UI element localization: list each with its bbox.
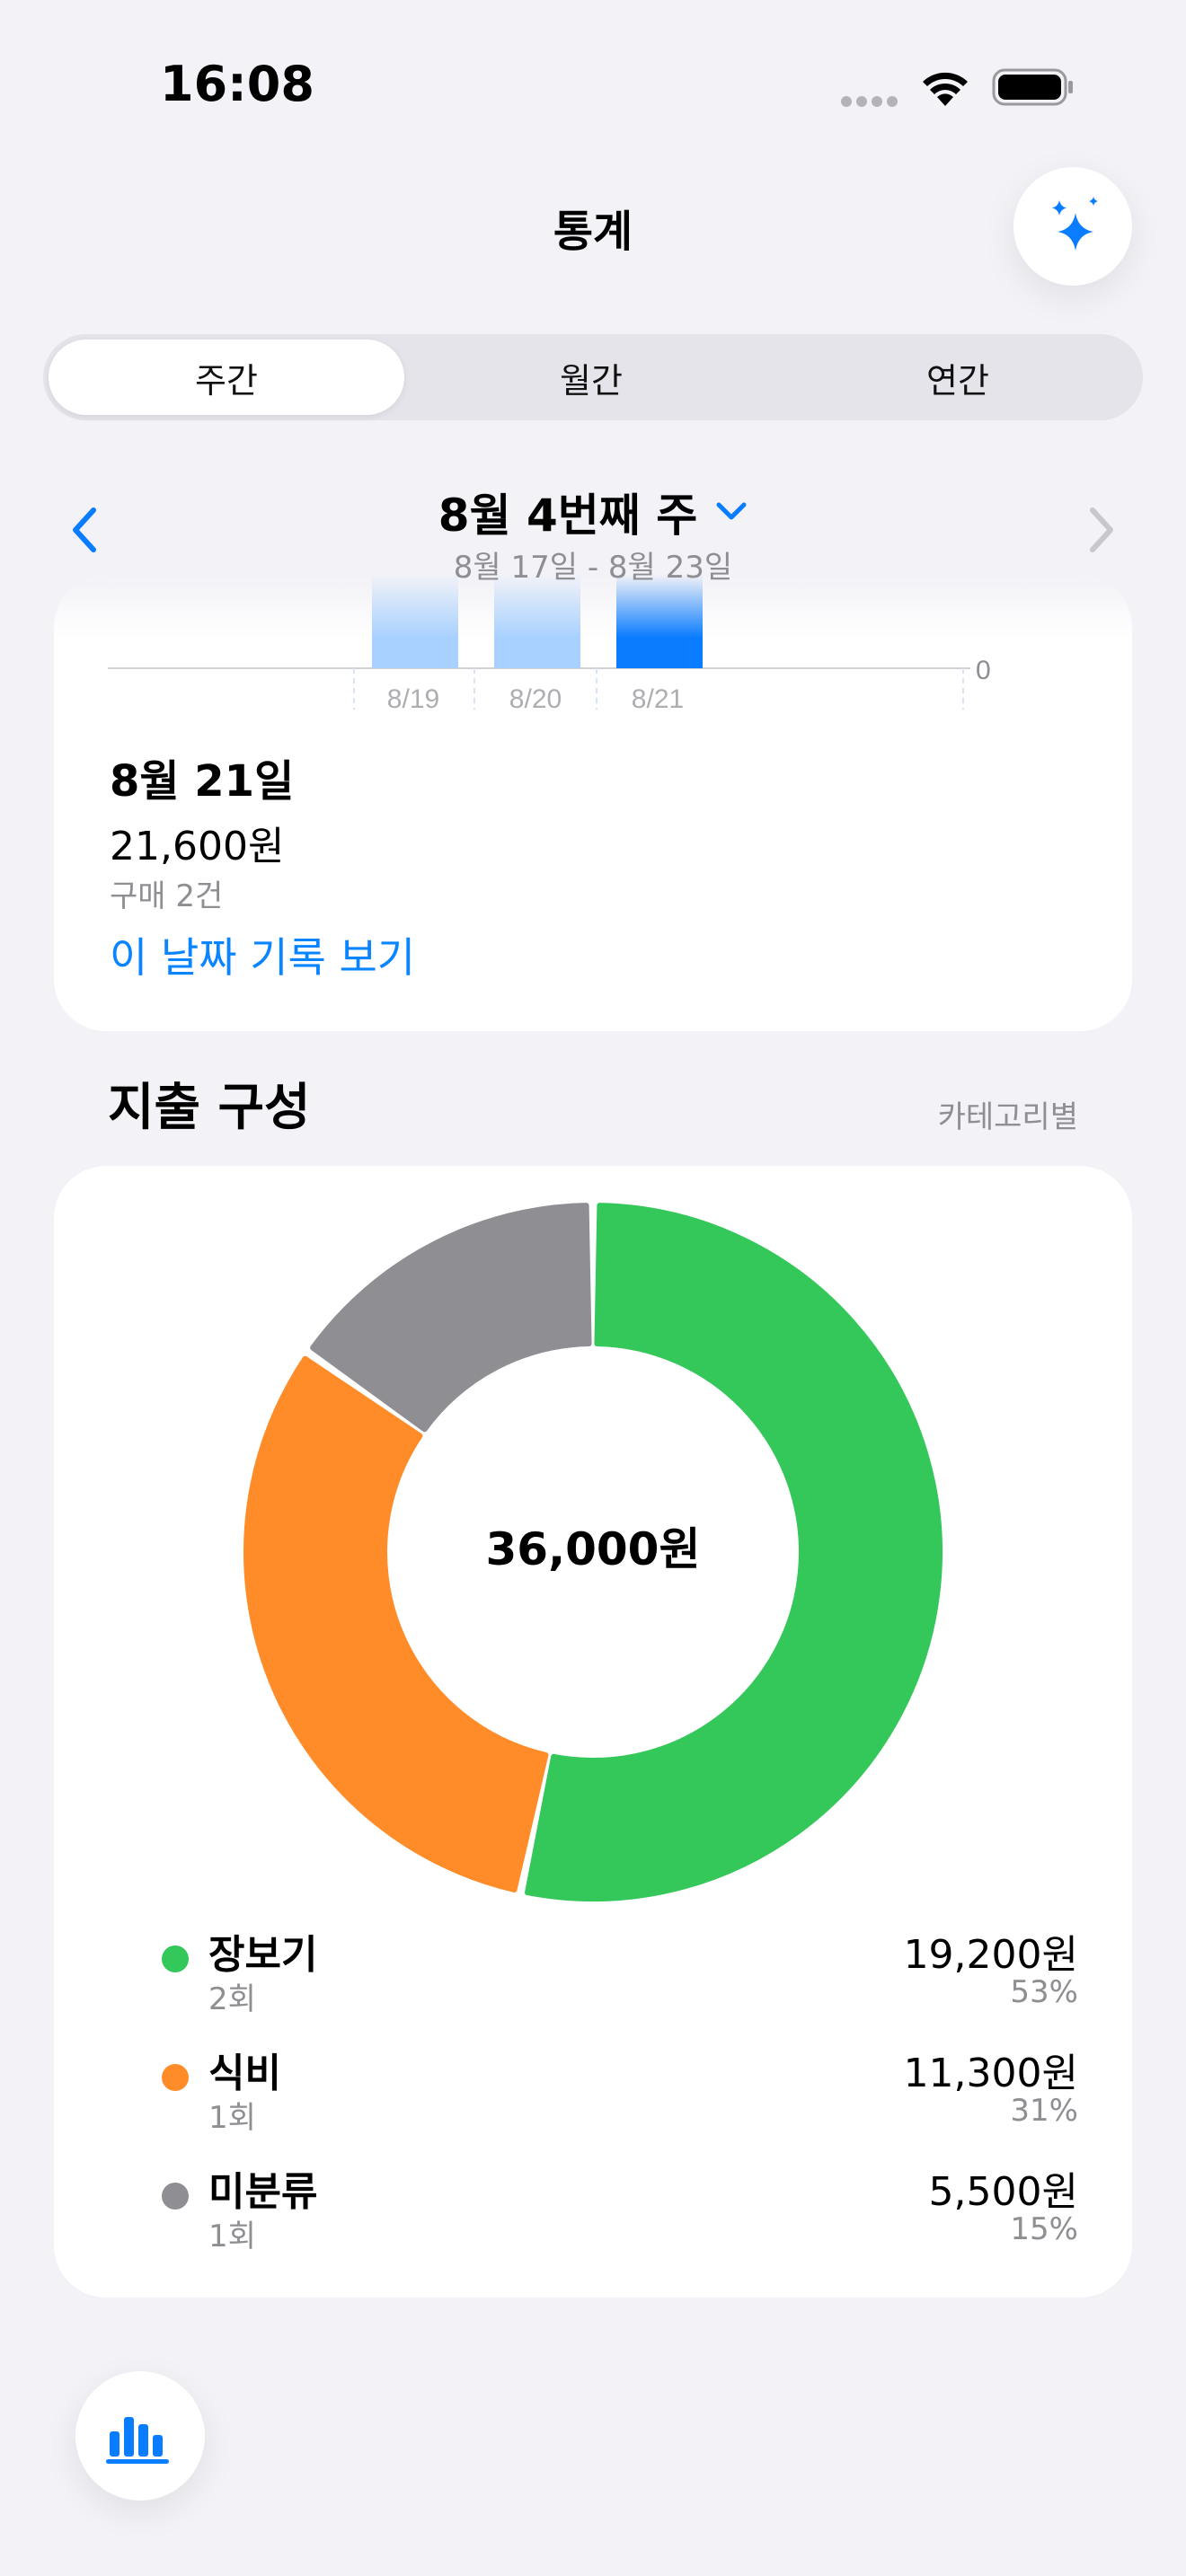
view-day-records-link[interactable]: 이 날짜 기록 보기 [110, 925, 415, 984]
legend-amount: 5,500원 [928, 2169, 1078, 2215]
selected-day-count: 구매 2건 [110, 878, 224, 914]
status-time: 16:08 [160, 56, 314, 112]
legend-amount: 19,200원 [903, 1932, 1078, 1978]
legend-color-dot [162, 1945, 189, 1972]
legend-item[interactable]: 장보기 2회 19,200원 53% [108, 1922, 1078, 2030]
legend-name: 식비 [208, 2051, 281, 2096]
legend-percent: 31% [1010, 2093, 1078, 2129]
page-title: 통계 [553, 207, 633, 257]
week-title: 8월 4번째 주 [438, 490, 698, 542]
legend-count: 1회 [208, 2219, 256, 2254]
legend-count: 1회 [208, 2100, 256, 2136]
battery-icon [992, 68, 1073, 106]
signal-dots-icon [841, 93, 902, 107]
legend-percent: 15% [1010, 2211, 1078, 2247]
week-date-range: 8월 17일 - 8월 23일 [453, 550, 733, 586]
legend-count: 2회 [208, 1981, 256, 2017]
donut-center-total: 36,000원 [486, 1523, 701, 1575]
selected-day-amount: 21,600원 [110, 824, 285, 869]
legend-name: 미분류 [208, 2169, 318, 2215]
week-selector[interactable]: 8월 4번째 주 [0, 480, 1186, 544]
legend-name: 장보기 [208, 1932, 318, 1978]
legend-percent: 53% [1010, 1974, 1078, 2010]
ai-insights-button[interactable] [1013, 167, 1132, 286]
spending-composition-card: 36,000원 장보기 2회 19,200원 53% 식비 1회 11,300원… [54, 1166, 1132, 2298]
stats-tab-button[interactable] [75, 2371, 205, 2501]
tab-weekly[interactable]: 주간 [49, 340, 404, 415]
tab-monthly[interactable]: 월간 [412, 340, 771, 415]
x-tick-label: 8/19 [387, 684, 439, 714]
section-subtitle: 카테고리별 [937, 1099, 1078, 1135]
legend-color-dot [162, 2183, 189, 2210]
section-title: 지출 구성 [108, 1079, 311, 1137]
daily-bar-chart-card: 8/19 8/20 8/21 0 8월 21일 21,600원 구매 2건 이 … [54, 575, 1132, 1031]
legend-item[interactable]: 미분류 1회 5,500원 15% [108, 2159, 1078, 2267]
period-segmented-control: 주간 월간 연간 [43, 334, 1143, 420]
tab-yearly[interactable]: 연간 [778, 340, 1137, 415]
bar-chart-icon [106, 2417, 169, 2464]
x-tick-label: 8/21 [632, 684, 684, 714]
chevron-down-icon [716, 502, 747, 520]
legend-color-dot [162, 2064, 189, 2091]
legend-amount: 11,300원 [903, 2051, 1078, 2096]
x-tick-label: 8/20 [509, 684, 562, 714]
sparkles-icon [1052, 197, 1098, 251]
donut-slice-식비[interactable] [243, 1355, 549, 1892]
selected-day-date: 8월 21일 [110, 756, 295, 807]
legend-item[interactable]: 식비 1회 11,300원 31% [108, 2041, 1078, 2148]
wifi-icon [923, 72, 968, 106]
y-tick-label: 0 [976, 656, 991, 685]
donut-chart: 36,000원 [243, 1203, 943, 1901]
